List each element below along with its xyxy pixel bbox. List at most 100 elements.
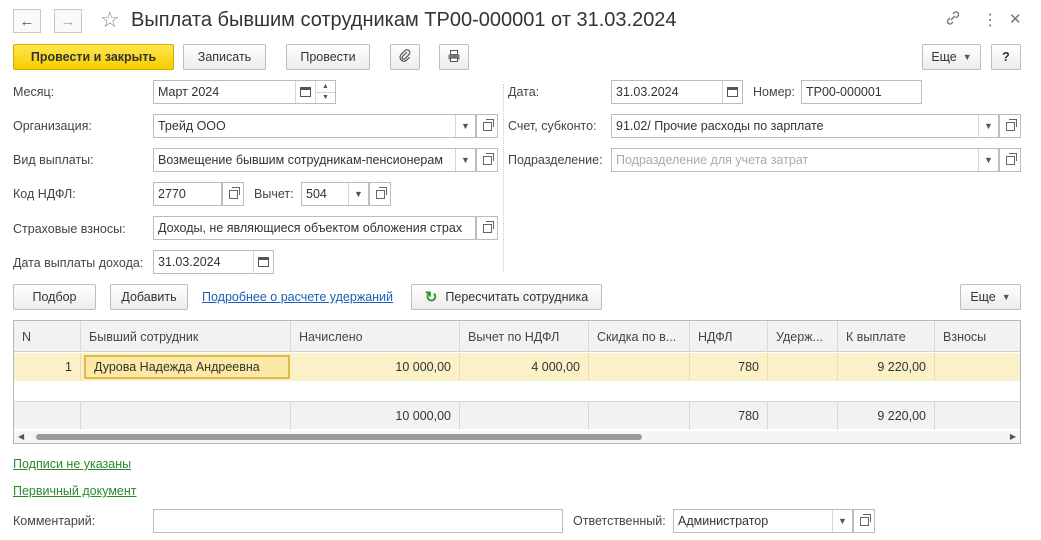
back-button[interactable]: ←: [13, 9, 41, 33]
table-row[interactable]: 1 Дурова Надежда Андреевна 10 000,00 4 0…: [14, 353, 1020, 381]
forward-button[interactable]: →: [54, 9, 82, 33]
organization-open-button[interactable]: [476, 114, 498, 138]
deduction-dropdown-icon[interactable]: ▼: [348, 183, 368, 205]
department-dropdown-icon[interactable]: ▼: [978, 149, 998, 171]
signatures-link[interactable]: Подписи не указаны: [13, 457, 131, 471]
column-header[interactable]: Взносы: [935, 321, 1020, 352]
recalculate-employee-button[interactable]: ↻ Пересчитать сотрудника: [411, 284, 602, 310]
number-field[interactable]: ТР00-000001: [801, 80, 922, 104]
post-and-close-button[interactable]: Провести и закрыть: [13, 44, 174, 70]
month-label: Месяц:: [13, 85, 55, 99]
scroll-left-icon[interactable]: ◀: [18, 431, 24, 443]
comment-field[interactable]: [153, 509, 563, 533]
insurance-open-button[interactable]: [476, 216, 498, 240]
month-field[interactable]: Март 2024 ▲ ▼: [153, 80, 336, 104]
more-button[interactable]: Еще ▼: [922, 44, 981, 70]
link-icon[interactable]: [945, 10, 961, 31]
table-totals: 10 000,00 780 9 220,00: [14, 401, 1020, 430]
income-date-value: 31.03.2024: [158, 255, 221, 269]
totals-cell: [589, 402, 690, 430]
organization-dropdown-icon[interactable]: ▼: [455, 115, 475, 137]
accrued-cell[interactable]: 10 000,00: [291, 353, 460, 381]
print-button[interactable]: [439, 44, 469, 70]
department-field[interactable]: Подразделение для учета затрат ▼: [611, 148, 999, 172]
calendar-button[interactable]: [253, 251, 273, 273]
more-icon[interactable]: ⋮: [982, 10, 998, 30]
open-icon: [375, 186, 387, 199]
totals-cell: [460, 402, 589, 430]
back-arrow-icon: ←: [19, 12, 35, 30]
insurance-label: Страховые взносы:: [13, 222, 126, 236]
open-icon: [482, 152, 494, 165]
payment-type-open-button[interactable]: [476, 148, 498, 172]
save-button[interactable]: Записать: [183, 44, 266, 70]
attach-button[interactable]: [390, 44, 420, 70]
refresh-icon: ↻: [424, 289, 438, 306]
star-icon[interactable]: ☆: [100, 7, 120, 33]
primary-document-link[interactable]: Первичный документ: [13, 484, 137, 498]
discount-cell[interactable]: [589, 353, 690, 381]
post-button[interactable]: Провести: [286, 44, 370, 70]
month-stepper[interactable]: ▲ ▼: [315, 81, 335, 103]
account-open-button[interactable]: [999, 114, 1021, 138]
organization-value: Трейд ООО: [158, 119, 226, 133]
table-more-button[interactable]: Еще ▼: [960, 284, 1021, 310]
withheld-cell[interactable]: [768, 353, 838, 381]
down-icon[interactable]: ▼: [316, 93, 335, 104]
ndfl-code-open-button[interactable]: [222, 182, 244, 206]
calendar-button[interactable]: [722, 81, 742, 103]
column-header[interactable]: Скидка по в...: [589, 321, 690, 352]
income-date-field[interactable]: 31.03.2024: [153, 250, 274, 274]
more-button-label: Еще: [931, 50, 957, 64]
payment-type-dropdown-icon[interactable]: ▼: [455, 149, 475, 171]
calendar-button[interactable]: [295, 81, 315, 103]
column-header[interactable]: N: [14, 321, 81, 352]
accrued-total: 10 000,00: [291, 402, 460, 430]
deduction-open-button[interactable]: [369, 182, 391, 206]
responsible-open-button[interactable]: [853, 509, 875, 533]
totals-cell: [14, 402, 81, 430]
department-open-button[interactable]: [999, 148, 1021, 172]
select-button[interactable]: Подбор: [13, 284, 96, 310]
payment-type-field[interactable]: Возмещение бывшим сотрудникам-пенсионера…: [153, 148, 476, 172]
deduction-cell[interactable]: 4 000,00: [460, 353, 589, 381]
column-header[interactable]: Бывший сотрудник: [81, 321, 291, 352]
scroll-right-icon[interactable]: ▶: [1010, 431, 1016, 443]
column-header[interactable]: К выплате: [838, 321, 935, 352]
responsible-dropdown-icon[interactable]: ▼: [832, 510, 852, 532]
date-label: Дата:: [508, 85, 540, 99]
responsible-field[interactable]: Администратор ▼: [673, 509, 853, 533]
column-header[interactable]: Начислено: [291, 321, 460, 352]
add-button[interactable]: Добавить: [110, 284, 188, 310]
scrollbar-thumb[interactable]: [36, 434, 642, 440]
open-icon: [1005, 118, 1017, 131]
comment-label: Комментарий:: [13, 514, 96, 528]
open-icon: [859, 513, 871, 526]
account-dropdown-icon[interactable]: ▼: [978, 115, 998, 137]
totals-cell: [768, 402, 838, 430]
ndfl-code-field[interactable]: 2770: [153, 182, 222, 206]
account-field[interactable]: 91.02/ Прочие расходы по зарплате ▼: [611, 114, 999, 138]
deduction-field[interactable]: 504 ▼: [301, 182, 369, 206]
up-icon[interactable]: ▲: [316, 81, 335, 93]
column-header[interactable]: Вычет по НДФЛ: [460, 321, 589, 352]
department-placeholder: Подразделение для учета затрат: [616, 153, 809, 167]
contributions-cell[interactable]: [935, 353, 1020, 381]
close-icon[interactable]: ✕: [1009, 10, 1022, 28]
help-button[interactable]: ?: [991, 44, 1021, 70]
organization-field[interactable]: Трейд ООО ▼: [153, 114, 476, 138]
horizontal-scrollbar[interactable]: ◀ ▶: [14, 431, 1020, 443]
date-field[interactable]: 31.03.2024: [611, 80, 743, 104]
responsible-label: Ответственный:: [573, 514, 666, 528]
employee-cell[interactable]: Дурова Надежда Андреевна: [84, 355, 290, 379]
ndfl-cell[interactable]: 780: [690, 353, 768, 381]
column-header[interactable]: Удерж...: [768, 321, 838, 352]
column-header[interactable]: НДФЛ: [690, 321, 768, 352]
open-icon: [1005, 152, 1017, 165]
employees-table[interactable]: N Бывший сотрудник Начислено Вычет по НД…: [13, 320, 1021, 444]
to-pay-cell[interactable]: 9 220,00: [838, 353, 935, 381]
chevron-down-icon: ▼: [962, 52, 972, 62]
calculation-details-link[interactable]: Подробнее о расчете удержаний: [202, 290, 393, 304]
insurance-field[interactable]: Доходы, не являющиеся объектом обложения…: [153, 216, 476, 240]
department-label: Подразделение:: [508, 153, 603, 167]
